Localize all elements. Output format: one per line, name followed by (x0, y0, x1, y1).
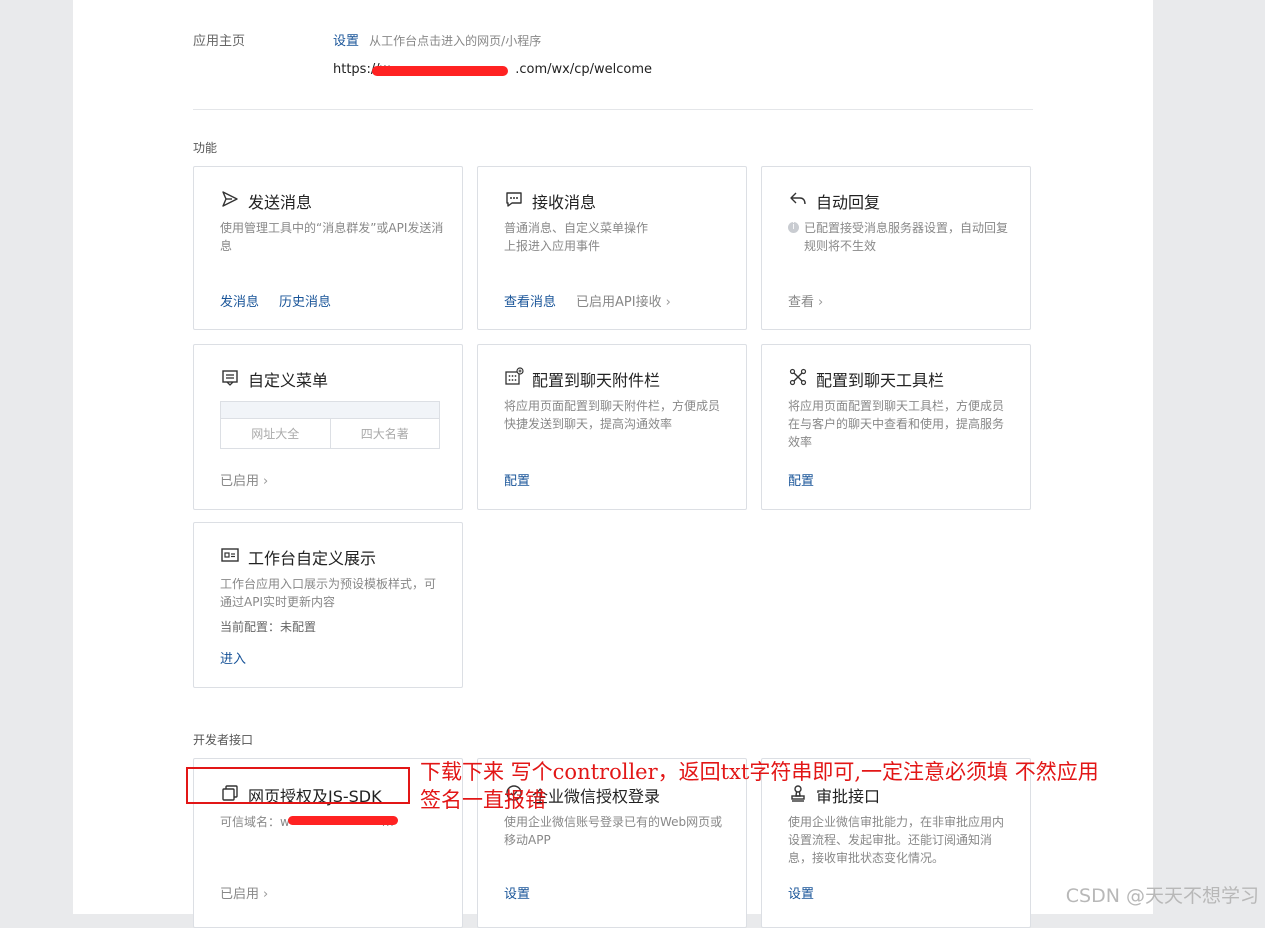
divider (193, 109, 1033, 110)
workbench-actions: 进入 (220, 648, 246, 667)
reply-icon (788, 189, 808, 213)
chat-toolbar-title: 配置到聊天工具栏 (788, 367, 944, 391)
annotation-line-2: 签名一直报错 (420, 788, 546, 812)
chat-attachment-title: 配置到聊天附件栏 (504, 367, 660, 391)
domain-redaction-mark (288, 816, 398, 825)
auto-reply-desc: i 已配置接受消息服务器设置，自动回复规则将不生效 (788, 219, 1013, 255)
send-message-desc: 使用管理工具中的“消息群发”或API发送消息 (220, 221, 444, 253)
menu-preview-item: 网址大全 (251, 427, 300, 441)
approval-settings-link[interactable]: 设置 (788, 883, 814, 902)
enter-workbench-link[interactable]: 进入 (220, 648, 246, 667)
stamp-icon (788, 783, 808, 807)
chevron-right-icon: › (263, 887, 269, 902)
developer-section-title: 开发者接口 (193, 733, 254, 747)
chat-attachment-card: 配置到聊天附件栏 将应用页面配置到聊天附件栏，方便成员快捷发送到聊天，提高沟通效… (477, 344, 747, 510)
chat-toolbar-card: 配置到聊天工具栏 将应用页面配置到聊天工具栏，方便成员在与客户的聊天中查看和使用… (761, 344, 1031, 510)
workbench-display-title: 工作台自定义展示 (220, 545, 376, 569)
configure-attachment-link[interactable]: 配置 (504, 470, 530, 489)
chat-toolbar-actions: 配置 (788, 470, 814, 489)
chat-icon (504, 189, 524, 213)
custom-menu-card: 自定义菜单 网址大全 四大名著 已启用 › (193, 344, 463, 510)
receive-message-actions: 查看消息 已启用API接收 › (504, 291, 671, 310)
homepage-setting: 设置 从工作台点击进入的网页/小程序 (333, 30, 541, 49)
chevron-right-icon: › (263, 474, 269, 489)
annotation-line-1: 下载下来 写个controller，返回txt字符串即可,一定注意必须填 不然应… (420, 760, 1099, 784)
view-messages-link[interactable]: 查看消息 (504, 291, 556, 310)
auto-reply-title: 自动回复 (788, 189, 880, 213)
web-auth-status-link[interactable]: 已启用 › (220, 883, 268, 902)
receive-message-card: 接收消息 普通消息、自定义菜单操作 上报进入应用事件 查看消息 已启用API接收… (477, 166, 747, 330)
homepage-label: 应用主页 (193, 34, 246, 49)
menu-icon (220, 367, 240, 391)
toolbar-icon (788, 367, 808, 391)
view-auto-reply-link[interactable]: 查看 › (788, 291, 823, 310)
workbench-display-card: 工作台自定义展示 工作台应用入口展示为预设模板样式，可通过API实时更新内容 当… (193, 522, 463, 688)
custom-menu-title: 自定义菜单 (220, 367, 328, 391)
workbench-current-config: 当前配置：未配置 (220, 620, 317, 634)
receive-message-title: 接收消息 (504, 189, 596, 213)
chat-attachment-desc: 将应用页面配置到聊天附件栏，方便成员快捷发送到聊天，提高沟通效率 (504, 399, 721, 431)
approval-api-actions: 设置 (788, 883, 814, 902)
custom-menu-actions: 已启用 › (220, 470, 268, 489)
attachment-grid-icon (504, 367, 524, 391)
wecom-login-actions: 设置 (504, 883, 530, 902)
auto-reply-card: 自动回复 i 已配置接受消息服务器设置，自动回复规则将不生效 查看 › (761, 166, 1031, 330)
send-message-card: 发送消息 使用管理工具中的“消息群发”或API发送消息 发消息 历史消息 (193, 166, 463, 330)
send-message-title: 发送消息 (220, 189, 312, 213)
send-icon (220, 189, 240, 213)
chat-attachment-actions: 配置 (504, 470, 530, 489)
info-icon: i (788, 222, 799, 233)
auto-reply-actions: 查看 › (788, 291, 823, 310)
watermark: CSDN @天天不想学习 (1065, 885, 1259, 907)
homepage-hint: 从工作台点击进入的网页/小程序 (369, 34, 542, 48)
card-icon (220, 545, 240, 569)
message-history-link[interactable]: 历史消息 (279, 291, 331, 310)
api-receive-status[interactable]: 已启用API接收 › (576, 291, 671, 310)
chevron-right-icon: › (665, 295, 671, 310)
features-section-title: 功能 (193, 141, 218, 155)
chat-toolbar-desc: 将应用页面配置到聊天工具栏，方便成员在与客户的聊天中查看和使用，提高服务效率 (788, 399, 1005, 449)
url-redaction-mark (372, 66, 508, 76)
custom-menu-status-link[interactable]: 已启用 › (220, 470, 268, 489)
web-auth-actions: 已启用 › (220, 883, 268, 902)
menu-preview-item: 四大名著 (329, 419, 440, 449)
homepage-settings-link[interactable]: 设置 (333, 34, 359, 49)
wecom-login-desc: 使用企业微信账号登录已有的Web网页或移动APP (504, 815, 723, 847)
workbench-display-desc: 工作台应用入口展示为预设模板样式，可通过API实时更新内容 (220, 577, 437, 609)
approval-api-title: 审批接口 (788, 783, 880, 807)
chevron-right-icon: › (818, 295, 824, 310)
receive-message-desc: 普通消息、自定义菜单操作 上报进入应用事件 (504, 221, 649, 253)
wecom-login-settings-link[interactable]: 设置 (504, 883, 530, 902)
menu-preview: 网址大全 四大名著 (220, 401, 440, 449)
send-message-actions: 发消息 历史消息 (220, 291, 331, 310)
send-message-link[interactable]: 发消息 (220, 291, 259, 310)
configure-toolbar-link[interactable]: 配置 (788, 470, 814, 489)
homepage-url-suffix: .com/wx/cp/welcome (515, 62, 653, 77)
approval-api-desc: 使用企业微信审批能力，在非审批应用内设置流程、发起审批。还能订阅通知消息，接收审… (788, 815, 1005, 865)
annotation-highlight-box (186, 767, 410, 804)
